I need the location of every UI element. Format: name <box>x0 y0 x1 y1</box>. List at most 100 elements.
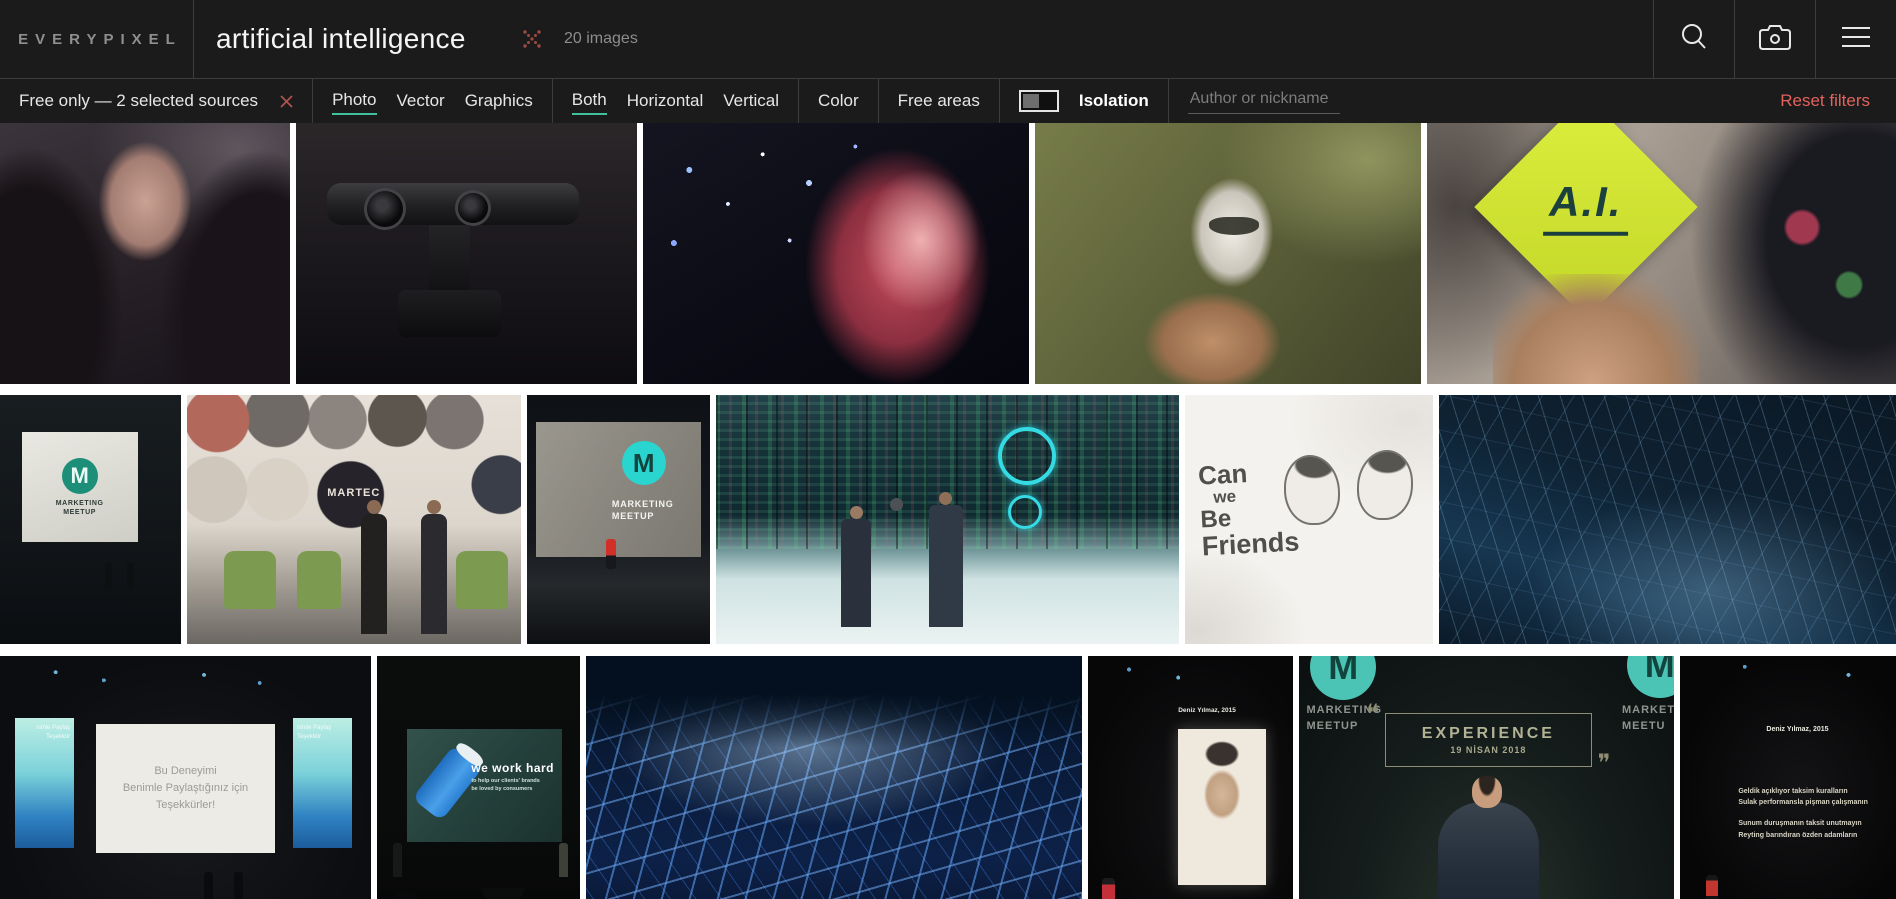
filter-isolation: Isolation <box>1000 79 1169 123</box>
filter-type-photo[interactable]: Photo <box>332 87 377 115</box>
speaker-silhouette <box>204 871 214 899</box>
filter-free-areas: Free areas <box>879 79 1000 123</box>
slide-line3: Sunum duruşmanın taksit unutmayın <box>1738 820 1862 828</box>
work-hard-title: we work hard <box>471 760 554 775</box>
result-thumbnail-thank-you-stage[interactable]: nimle Paylaş Teşekkür Bu Deneyimi Beniml… <box>0 656 371 899</box>
sketched-head-shape <box>1284 454 1341 525</box>
quote-open-icon: ❝ <box>1366 699 1380 727</box>
author-input[interactable] <box>1187 88 1340 114</box>
result-thumbnail-experience-photowall[interactable]: M MARKETING MEETUP M MARKET MEETU ❝ EXPE… <box>1299 656 1674 899</box>
sensor-stand-shape <box>428 224 470 298</box>
result-thumbnail-girl-portrait[interactable] <box>0 123 290 384</box>
search-icon <box>1677 20 1711 59</box>
result-thumbnail-robot-trading-floor[interactable] <box>716 395 1179 644</box>
result-thumbnail-panel-discussion[interactable]: MARTEC <box>187 395 521 644</box>
portrait-slide <box>1178 728 1267 886</box>
header: EVERYPIXEL 20 images <box>0 0 1896 78</box>
speaker-silhouette <box>393 843 403 878</box>
filter-type-vector[interactable]: Vector <box>397 88 445 114</box>
remove-sources-filter-icon[interactable] <box>280 94 293 108</box>
reset-filters-link[interactable]: Reset filters <box>1780 79 1896 123</box>
side-screen-text: nimle Paylaş <box>36 725 71 732</box>
result-thumbnail-toy-robot[interactable] <box>1035 123 1421 384</box>
sketched-head-shape <box>1357 449 1414 520</box>
businessman-silhouette <box>841 505 871 627</box>
result-thumbnail-friends-sketch[interactable]: Can we Be Friends <box>1185 395 1433 644</box>
search-input[interactable] <box>216 23 516 55</box>
clear-search-icon[interactable] <box>520 27 544 51</box>
meetup-title-line1: MARKETING <box>55 499 104 507</box>
stage-screen: M MARKETING MEETUP <box>21 432 138 542</box>
meetup-title-line1: MARKETING <box>611 498 674 509</box>
work-hard-sub2: be loved by consumers <box>471 785 533 792</box>
menu-button[interactable] <box>1815 0 1896 78</box>
brand-line2: MEETUP <box>1306 720 1359 733</box>
filter-sources: Free only — 2 selected sources <box>0 79 314 123</box>
experience-date: 19 NİSAN 2018 <box>1450 744 1527 755</box>
result-thumbnail-meetup-stage-wide[interactable]: M MARKETING MEETUP <box>0 395 181 644</box>
filter-orientation-vertical[interactable]: Vertical <box>723 88 779 114</box>
camera-icon <box>1756 21 1794 58</box>
quote-close-icon: ❞ <box>1597 749 1611 777</box>
logo-text: EVERYPIXEL <box>18 30 182 48</box>
isolation-toggle-knob <box>1022 94 1039 108</box>
work-hard-sub1: to help our clients' brands <box>471 777 540 784</box>
result-thumbnail-depth-sensor[interactable] <box>296 123 637 384</box>
results-count: 20 images <box>564 30 638 47</box>
meetup-logo-icon: M <box>61 457 98 494</box>
filter-author <box>1169 79 1359 123</box>
result-thumbnail-cyborg-head[interactable] <box>643 123 1029 384</box>
speaker-silhouette <box>233 871 243 899</box>
filter-free-areas-label[interactable]: Free areas <box>898 88 980 114</box>
stage-screen: we work hard to help our clients' brands… <box>407 728 562 843</box>
result-thumbnail-meetup-speaker[interactable]: M MARKETING MEETUP <box>527 395 710 644</box>
sources-filter-label[interactable]: Free only — 2 selected sources <box>19 88 258 114</box>
meetup-logo-icon: M <box>1310 656 1377 701</box>
filter-color: Color <box>799 79 879 123</box>
results-grid: A.I. M MARKETING MEETUP MARTEC M MARKETI… <box>0 123 1896 899</box>
filter-orientation-horizontal[interactable]: Horizontal <box>627 88 704 114</box>
meetup-title-line2: MEETUP <box>63 508 97 516</box>
sensor-lens-shape <box>367 190 404 227</box>
experience-title: EXPERIENCE <box>1421 724 1555 742</box>
sensor-base-shape <box>398 290 501 337</box>
result-thumbnail-lecture-stage[interactable]: Deniz Yılmaz, 2015 Geldik açıklıyor taks… <box>1680 656 1896 899</box>
slide-line2: Sulak performansla pişman çalışmanın <box>1738 799 1868 807</box>
speaker-silhouette <box>558 843 568 878</box>
filter-type-graphics[interactable]: Graphics <box>465 88 533 114</box>
search-by-image-button[interactable] <box>1734 0 1815 78</box>
slide-line1: Geldik açıklıyor taksim kuralların <box>1738 787 1848 795</box>
result-thumbnail-network-plexus[interactable] <box>1439 395 1896 644</box>
slide-caption: Deniz Yılmaz, 2015 <box>1766 726 1829 734</box>
menu-icon <box>1841 26 1871 53</box>
businessman-silhouette <box>928 491 963 627</box>
logo-link[interactable]: EVERYPIXEL <box>0 0 194 78</box>
result-thumbnail-wireframe-landscape[interactable] <box>586 656 1082 899</box>
side-screen-text: Teşekkür <box>297 734 322 741</box>
speaker-silhouette <box>605 539 616 570</box>
thankyou-line2: Benimle Paylaştığınız için <box>122 781 249 794</box>
hand-shape <box>1492 274 1700 384</box>
result-thumbnail-we-work-hard-stage[interactable]: we work hard to help our clients' brands… <box>377 656 580 899</box>
side-screen-text: nimle Paylaş <box>297 725 332 732</box>
gauge-ring-shape <box>1007 494 1042 529</box>
result-thumbnail-ai-sticky-note[interactable]: A.I. <box>1427 123 1896 384</box>
toy-visor-shape <box>1208 216 1259 236</box>
stage-screen: Bu Deneyimi Benimle Paylaştığınız için T… <box>96 723 275 854</box>
filter-orientation-both[interactable]: Both <box>571 87 607 115</box>
slide-line4: Reyting barındıran özden adamların <box>1738 832 1858 840</box>
thankyou-line1: Bu Deneyimi <box>154 764 217 777</box>
sensor-bar-shape <box>326 183 580 227</box>
speaker-silhouette <box>1705 874 1718 899</box>
audience-silhouettes <box>377 888 580 899</box>
filter-color-label[interactable]: Color <box>818 88 859 114</box>
filter-orientation: Both Horizontal Vertical <box>553 79 800 123</box>
result-thumbnail-portrait-slide-stage[interactable]: Deniz Yılmaz, 2015 <box>1088 656 1293 899</box>
sensor-lens-shape <box>457 193 488 224</box>
search-button[interactable] <box>1653 0 1734 78</box>
isolation-toggle[interactable] <box>1018 90 1059 112</box>
grid-row-2: M MARKETING MEETUP MARTEC M MARKETING ME… <box>0 395 1896 644</box>
meetup-logo-icon: M <box>1626 656 1674 698</box>
isolation-label: Isolation <box>1078 91 1149 110</box>
